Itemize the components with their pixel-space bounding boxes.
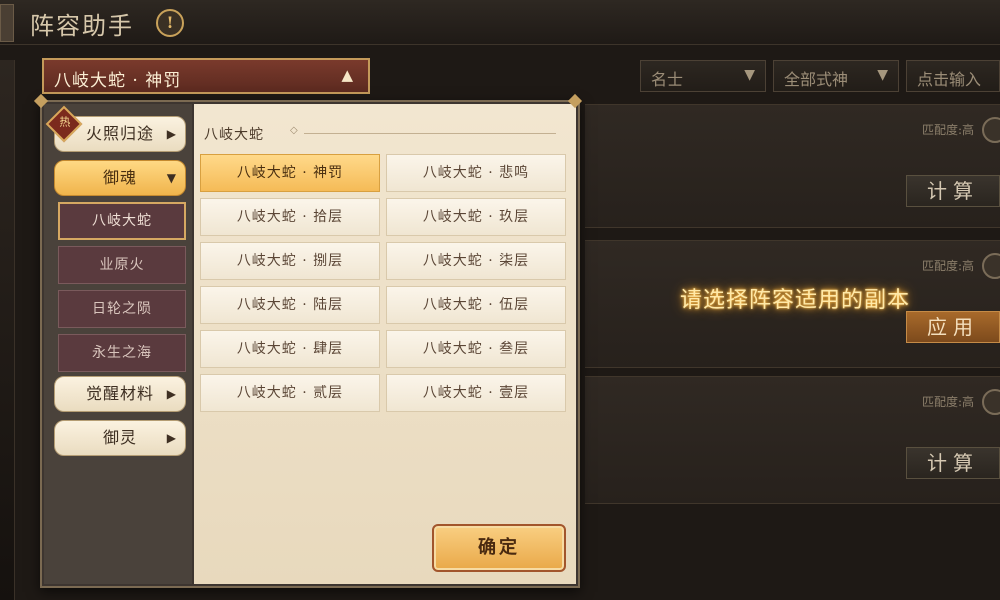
detail-icon[interactable]: [982, 253, 1000, 279]
category-huozhao[interactable]: 热 火照归途 ▶: [45, 105, 186, 152]
subcategory-rilun[interactable]: 日轮之陨: [58, 290, 186, 328]
subcategory-yongsheng[interactable]: 永生之海: [58, 334, 186, 372]
detail-icon[interactable]: [982, 117, 1000, 143]
option-item[interactable]: 八岐大蛇 · 伍层: [386, 286, 566, 324]
match-level: 匹配度:高: [921, 395, 974, 409]
calculate-button[interactable]: 计算: [906, 447, 1000, 479]
header-bar: 阵容助手 !: [0, 0, 1000, 45]
category-label: 火照归途: [85, 124, 154, 143]
chevron-up-icon: ▲: [341, 66, 354, 84]
select-dungeon-hint: 请选择阵容适用的副本: [680, 288, 911, 313]
dungeon-options-area: 八岐大蛇 ◇ 八岐大蛇 · 神罚 八岐大蛇 · 悲鸣 八岐大蛇 · 拾层 八岐大…: [194, 104, 576, 584]
chevron-down-icon: ▼: [877, 67, 888, 83]
lineup-card: 匹配度:高 计算: [585, 104, 1000, 228]
chevron-down-icon: ▼: [166, 171, 177, 185]
search-placeholder: 点击输入: [917, 70, 982, 89]
chevron-down-icon: ▼: [744, 67, 755, 83]
option-item[interactable]: 八岐大蛇 · 壹层: [386, 374, 566, 412]
confirm-button[interactable]: 确定: [432, 524, 566, 572]
category-label: 觉醒材料: [85, 384, 154, 403]
left-edge-strip: [0, 60, 15, 600]
match-level: 匹配度:高: [921, 259, 974, 273]
hot-badge-label: 热: [59, 115, 72, 129]
option-item[interactable]: 八岐大蛇 · 神罚: [200, 154, 380, 192]
chevron-right-icon: ▶: [166, 127, 177, 141]
option-item[interactable]: 八岐大蛇 · 叁层: [386, 330, 566, 368]
option-item[interactable]: 八岐大蛇 · 肆层: [200, 330, 380, 368]
shikigami-type-filter-value: 名士: [651, 70, 684, 89]
subcategory-yamata[interactable]: 八岐大蛇: [58, 202, 186, 240]
lineup-card: 匹配度:高 计算: [585, 376, 1000, 504]
dungeon-dropdown-value: 八岐大蛇 · 神罚: [54, 71, 182, 91]
option-item[interactable]: 八岐大蛇 · 贰层: [200, 374, 380, 412]
search-input[interactable]: 点击输入: [906, 60, 1000, 92]
option-item[interactable]: 八岐大蛇 · 陆层: [200, 286, 380, 324]
category-yuling[interactable]: 御灵 ▶: [54, 420, 186, 456]
diamond-icon: ◇: [290, 125, 298, 136]
category-label: 御魂: [102, 168, 137, 187]
back-button[interactable]: [0, 4, 14, 42]
shikigami-type-filter[interactable]: 名士 ▼: [640, 60, 766, 92]
option-item[interactable]: 八岐大蛇 · 柒层: [386, 242, 566, 280]
category-sidebar: 热 火照归途 ▶ 御魂 ▼ 八岐大蛇 业原火 日轮之陨 永生之海 觉醒材料 ▶ …: [44, 104, 192, 584]
info-icon[interactable]: !: [156, 9, 184, 37]
section-title: 八岐大蛇: [204, 127, 264, 143]
category-label: 御灵: [102, 428, 137, 447]
dungeon-dropdown[interactable]: 八岐大蛇 · 神罚 ▲: [42, 58, 370, 94]
apply-button[interactable]: 应用: [906, 311, 1000, 343]
subcategory-yegenhuo[interactable]: 业原火: [58, 246, 186, 284]
page-title: 阵容助手: [30, 12, 134, 40]
dungeon-picker-panel: 热 火照归途 ▶ 御魂 ▼ 八岐大蛇 业原火 日轮之陨 永生之海 觉醒材料 ▶ …: [40, 100, 580, 588]
option-item[interactable]: 八岐大蛇 · 玖层: [386, 198, 566, 236]
option-item[interactable]: 八岐大蛇 · 悲鸣: [386, 154, 566, 192]
option-item[interactable]: 八岐大蛇 · 拾层: [200, 198, 380, 236]
shikigami-scope-filter-value: 全部式神: [784, 70, 849, 89]
hot-badge-icon: 热: [45, 105, 83, 143]
match-level: 匹配度:高: [921, 123, 974, 137]
option-item[interactable]: 八岐大蛇 · 捌层: [200, 242, 380, 280]
section-divider: [304, 133, 556, 134]
chevron-right-icon: ▶: [166, 431, 177, 445]
category-juexing[interactable]: 觉醒材料 ▶: [54, 376, 186, 412]
shikigami-scope-filter[interactable]: 全部式神 ▼: [773, 60, 899, 92]
detail-icon[interactable]: [982, 389, 1000, 415]
chevron-right-icon: ▶: [166, 387, 177, 401]
category-yuhun[interactable]: 御魂 ▼: [54, 160, 186, 196]
calculate-button[interactable]: 计算: [906, 175, 1000, 207]
